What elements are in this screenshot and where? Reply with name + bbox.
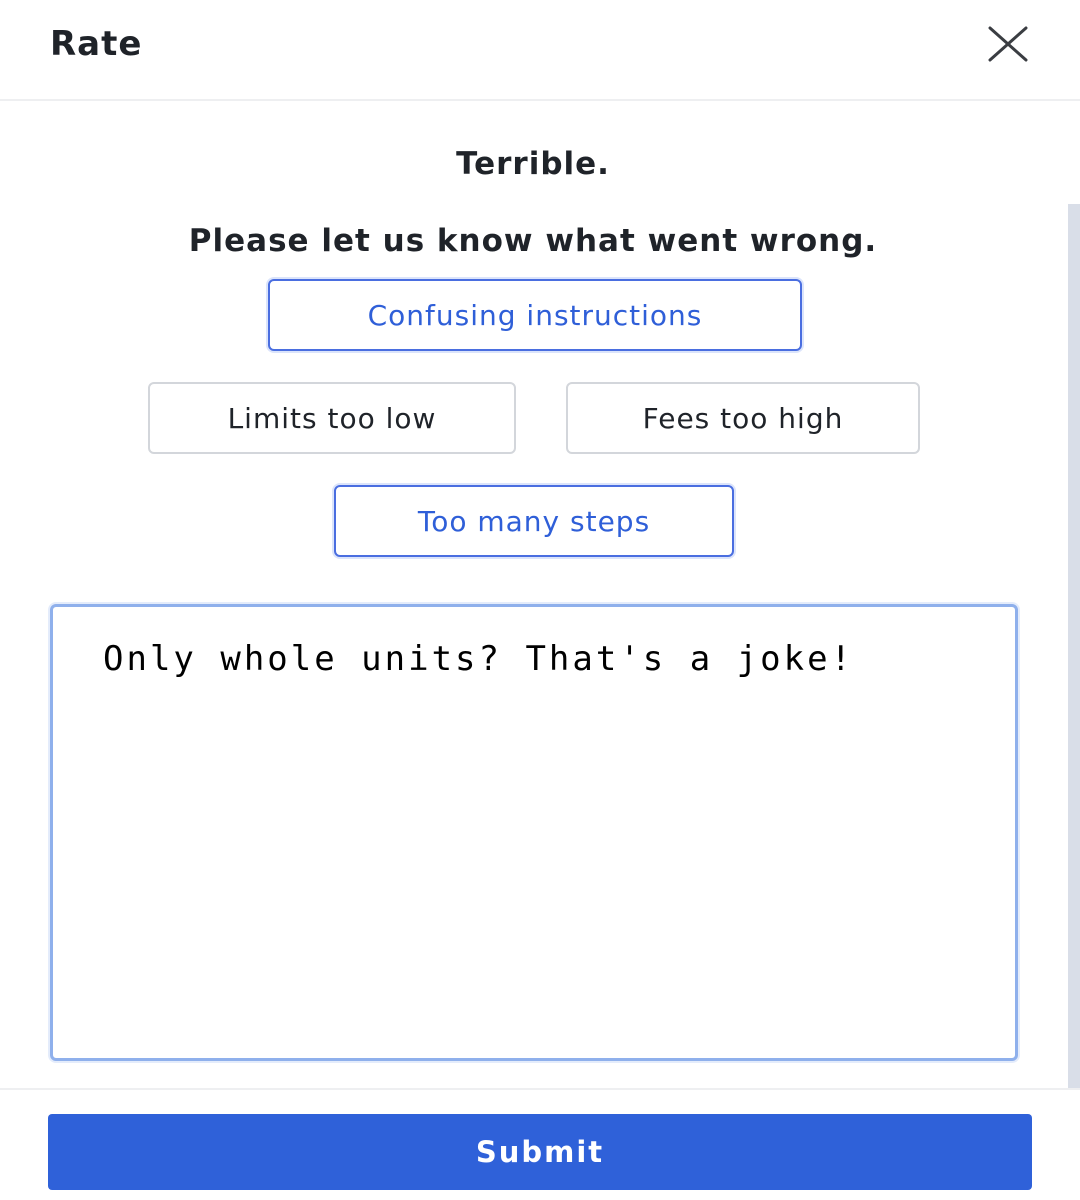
close-button[interactable] [984, 26, 1032, 66]
reason-label: Confusing instructions [367, 298, 703, 332]
feedback-textarea[interactable]: Only whole units? That's a joke! [103, 641, 983, 1041]
reason-label: Fees too high [642, 401, 844, 435]
reason-label: Limits too low [227, 401, 437, 435]
close-icon [988, 26, 1028, 62]
reason-limits-too-low[interactable]: Limits too low [148, 382, 516, 454]
scrollbar[interactable] [1068, 204, 1080, 1088]
reason-too-many-steps[interactable]: Too many steps [334, 485, 734, 557]
reason-confusing-instructions[interactable]: Confusing instructions [268, 279, 802, 351]
reason-label: Too many steps [417, 504, 651, 538]
footer-divider [0, 1088, 1080, 1090]
rating-label: Terrible. [456, 146, 610, 182]
feedback-textarea-container: Only whole units? That's a joke! [50, 604, 1018, 1061]
reason-fees-too-high[interactable]: Fees too high [566, 382, 920, 454]
submit-button[interactable]: Submit [48, 1114, 1032, 1190]
dialog-header: Rate [0, 0, 1080, 101]
dialog-title: Rate [50, 24, 143, 64]
feedback-prompt: Please let us know what went wrong. [188, 223, 878, 259]
